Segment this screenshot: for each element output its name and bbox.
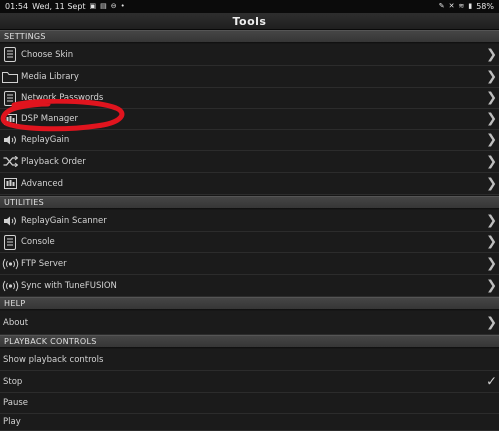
checkmark-icon: ✓ bbox=[486, 374, 497, 389]
section-label: SETTINGS bbox=[4, 32, 46, 41]
blocked-icon: ⊖ bbox=[110, 2, 117, 10]
utilities-item-console[interactable]: Console ❯ bbox=[0, 232, 499, 253]
list-icon bbox=[1, 47, 19, 63]
speaker-icon bbox=[1, 132, 19, 148]
item-label: Media Library bbox=[21, 71, 79, 82]
item-label: Console bbox=[21, 237, 55, 247]
chevron-right-icon: ❯ bbox=[486, 256, 497, 271]
pen-icon: ✎ bbox=[438, 2, 445, 10]
item-label: Pause bbox=[3, 398, 28, 408]
chevron-right-icon: ❯ bbox=[486, 278, 497, 293]
chevron-right-icon: ❯ bbox=[486, 176, 497, 191]
battery-icon: ▮ bbox=[468, 2, 473, 10]
shuffle-icon bbox=[1, 154, 19, 170]
speaker-icon bbox=[1, 213, 19, 229]
item-label: Stop bbox=[3, 376, 23, 387]
section-header-utilities: UTILITIES bbox=[0, 196, 499, 209]
playback-item-pause[interactable]: Pause bbox=[0, 393, 499, 414]
settings-item-choose-skin[interactable]: Choose Skin ❯ bbox=[0, 44, 499, 66]
item-label: Advanced bbox=[21, 178, 63, 189]
page-title: Tools bbox=[232, 14, 267, 28]
utilities-item-sync-tunefusion[interactable]: Sync with TuneFUSION ❯ bbox=[0, 275, 499, 297]
broadcast-icon bbox=[1, 256, 19, 272]
item-label: Sync with TuneFUSION bbox=[21, 280, 117, 291]
mute-icon: ✕ bbox=[448, 2, 455, 10]
chevron-right-icon: ❯ bbox=[486, 154, 497, 169]
folder-icon bbox=[1, 69, 19, 85]
dot-icon: • bbox=[120, 2, 125, 10]
playback-item-stop[interactable]: Stop ✓ bbox=[0, 371, 499, 393]
chevron-right-icon: ❯ bbox=[486, 47, 497, 62]
settings-item-playback-order[interactable]: Playback Order ❯ bbox=[0, 151, 499, 173]
item-label: About bbox=[3, 317, 29, 328]
message-icon: ▤ bbox=[100, 2, 107, 10]
section-label: HELP bbox=[4, 299, 26, 308]
settings-item-dsp-manager[interactable]: DSP Manager ❯ bbox=[0, 109, 499, 130]
chevron-right-icon: ❯ bbox=[486, 90, 497, 106]
status-right: ✎ ✕ ≋ ▮ 58% bbox=[439, 2, 494, 11]
item-label: ReplayGain Scanner bbox=[21, 215, 107, 226]
broadcast-icon bbox=[1, 278, 19, 294]
settings-item-network-passwords[interactable]: Network Passwords ❯ bbox=[0, 88, 499, 109]
status-time: 01:54 bbox=[5, 2, 29, 11]
settings-item-replaygain[interactable]: ReplayGain ❯ bbox=[0, 130, 499, 151]
item-label: Choose Skin bbox=[21, 49, 74, 60]
item-label: DSP Manager bbox=[21, 114, 79, 124]
section-label: UTILITIES bbox=[4, 198, 44, 207]
playback-item-play[interactable]: Play bbox=[0, 414, 499, 431]
help-item-about[interactable]: About ❯ bbox=[0, 311, 499, 335]
section-header-playback-controls: PLAYBACK CONTROLS bbox=[0, 335, 499, 348]
item-label: Playback Order bbox=[21, 156, 86, 167]
list-icon bbox=[1, 234, 19, 250]
wifi-icon: ≋ bbox=[458, 2, 465, 10]
settings-item-media-library[interactable]: Media Library ❯ bbox=[0, 66, 499, 88]
chevron-right-icon: ❯ bbox=[486, 315, 497, 330]
item-label: ReplayGain bbox=[21, 135, 70, 145]
section-header-help: HELP bbox=[0, 297, 499, 310]
item-label: Show playback controls bbox=[3, 354, 104, 365]
playback-item-show-controls[interactable]: Show playback controls bbox=[0, 349, 499, 371]
chevron-right-icon: ❯ bbox=[486, 234, 497, 250]
chevron-right-icon: ❯ bbox=[486, 69, 497, 84]
battery-percent: 58% bbox=[476, 2, 494, 11]
section-label: PLAYBACK CONTROLS bbox=[4, 337, 97, 346]
equalizer-icon bbox=[1, 111, 19, 127]
item-label: FTP Server bbox=[21, 258, 67, 269]
section-header-settings: SETTINGS bbox=[0, 30, 499, 43]
status-bar: 01:54 Wed, 11 Sept ▣ ▤ ⊖ • ✎ ✕ ≋ ▮ 58% bbox=[0, 0, 499, 13]
gallery-icon: ▣ bbox=[89, 2, 97, 10]
status-date: Wed, 11 Sept bbox=[32, 2, 86, 11]
equalizer-icon bbox=[1, 176, 19, 192]
title-bar: Tools bbox=[0, 13, 499, 30]
settings-item-advanced[interactable]: Advanced ❯ bbox=[0, 173, 499, 195]
utilities-item-ftp-server[interactable]: FTP Server ❯ bbox=[0, 253, 499, 275]
chevron-right-icon: ❯ bbox=[486, 132, 497, 148]
utilities-item-replaygain-scanner[interactable]: ReplayGain Scanner ❯ bbox=[0, 210, 499, 232]
status-left: 01:54 Wed, 11 Sept ▣ ▤ ⊖ • bbox=[5, 2, 125, 11]
item-label: Play bbox=[3, 417, 21, 427]
list-icon bbox=[1, 90, 19, 106]
item-label: Network Passwords bbox=[21, 93, 104, 103]
chevron-right-icon: ❯ bbox=[486, 111, 497, 127]
chevron-right-icon: ❯ bbox=[486, 213, 497, 228]
